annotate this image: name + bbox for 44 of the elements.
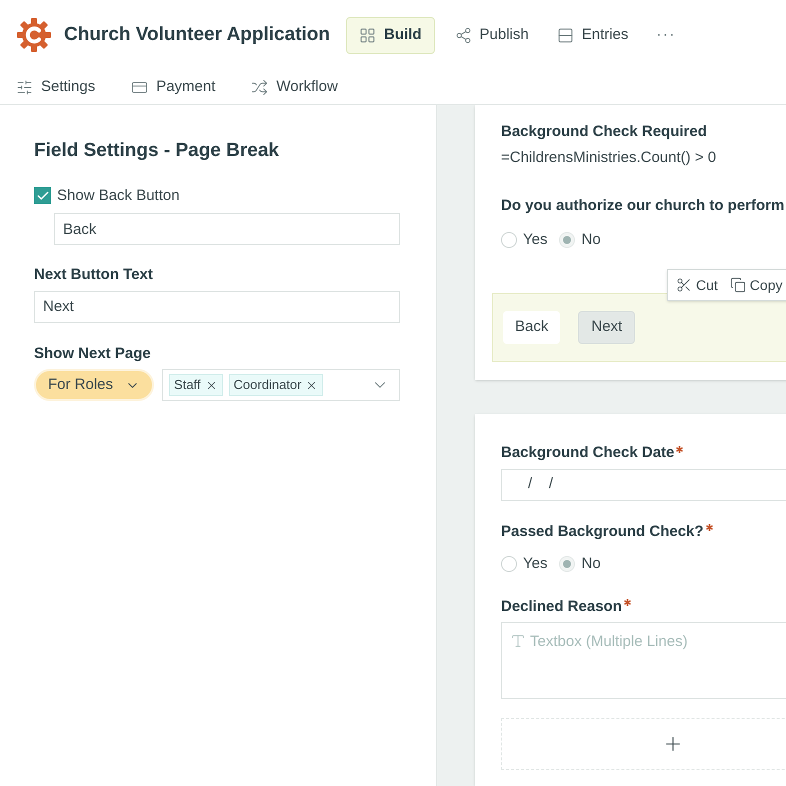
show-back-checkbox-row[interactable]: Show Back Button [34, 184, 400, 207]
form-button[interactable]: Next [578, 311, 636, 344]
role-tag: Staff [169, 374, 223, 396]
field-label: Do you authorize our church to perform [501, 196, 786, 216]
checkbox[interactable] [34, 187, 51, 204]
share-icon [454, 26, 472, 44]
field-label: Background Check Required [501, 122, 708, 142]
field-label: Declined Reason [501, 596, 622, 616]
app-title: Church Volunteer Application [64, 22, 330, 47]
rows-icon [556, 26, 574, 44]
nav-tab[interactable]: Entries [548, 16, 636, 54]
menu-item[interactable]: Cut [676, 274, 718, 296]
add-field-button[interactable] [501, 718, 786, 770]
date-field[interactable]: / / [501, 468, 786, 500]
more-button[interactable]: ··· [648, 24, 684, 46]
radio-option[interactable]: Yes [501, 228, 548, 251]
role-tag: Coordinator [228, 374, 324, 396]
grid-icon [359, 26, 376, 44]
nav-tab[interactable]: Publish [446, 16, 537, 54]
next-text-field[interactable]: Next [34, 290, 400, 322]
formula-text: =ChildrensMinistries.Count() > 0 [501, 148, 718, 168]
menu-item[interactable]: Copy [730, 274, 782, 296]
roles-select[interactable]: Staff Coordinator [162, 369, 400, 401]
field-label: Passed Background Check? [501, 522, 704, 542]
text-icon [510, 633, 526, 649]
field-label: Next Button Text [34, 265, 154, 285]
field-label: Show Next Page [34, 344, 152, 364]
radio-option[interactable]: Yes [501, 553, 548, 576]
nav-tab[interactable]: Build [346, 16, 435, 54]
scissors-icon [676, 277, 692, 293]
field-label: Background Check Date [501, 443, 674, 463]
copy-icon [730, 277, 746, 293]
subnav-link[interactable]: Settings [16, 76, 96, 98]
subnav-link[interactable]: Payment [131, 76, 216, 98]
form-button[interactable]: Back [503, 311, 560, 344]
radio-option[interactable]: No [559, 228, 601, 251]
subnav-link[interactable]: Workflow [251, 76, 338, 98]
radio-option[interactable]: No [559, 553, 601, 576]
mode-dropdown[interactable]: For Roles [34, 369, 154, 401]
gear-logo-icon [16, 17, 52, 53]
sliders-icon [16, 78, 33, 96]
back-text-field[interactable]: Back [54, 213, 400, 245]
shuffle-icon [251, 78, 268, 96]
panel-title: Field Settings - Page Break [34, 139, 280, 163]
